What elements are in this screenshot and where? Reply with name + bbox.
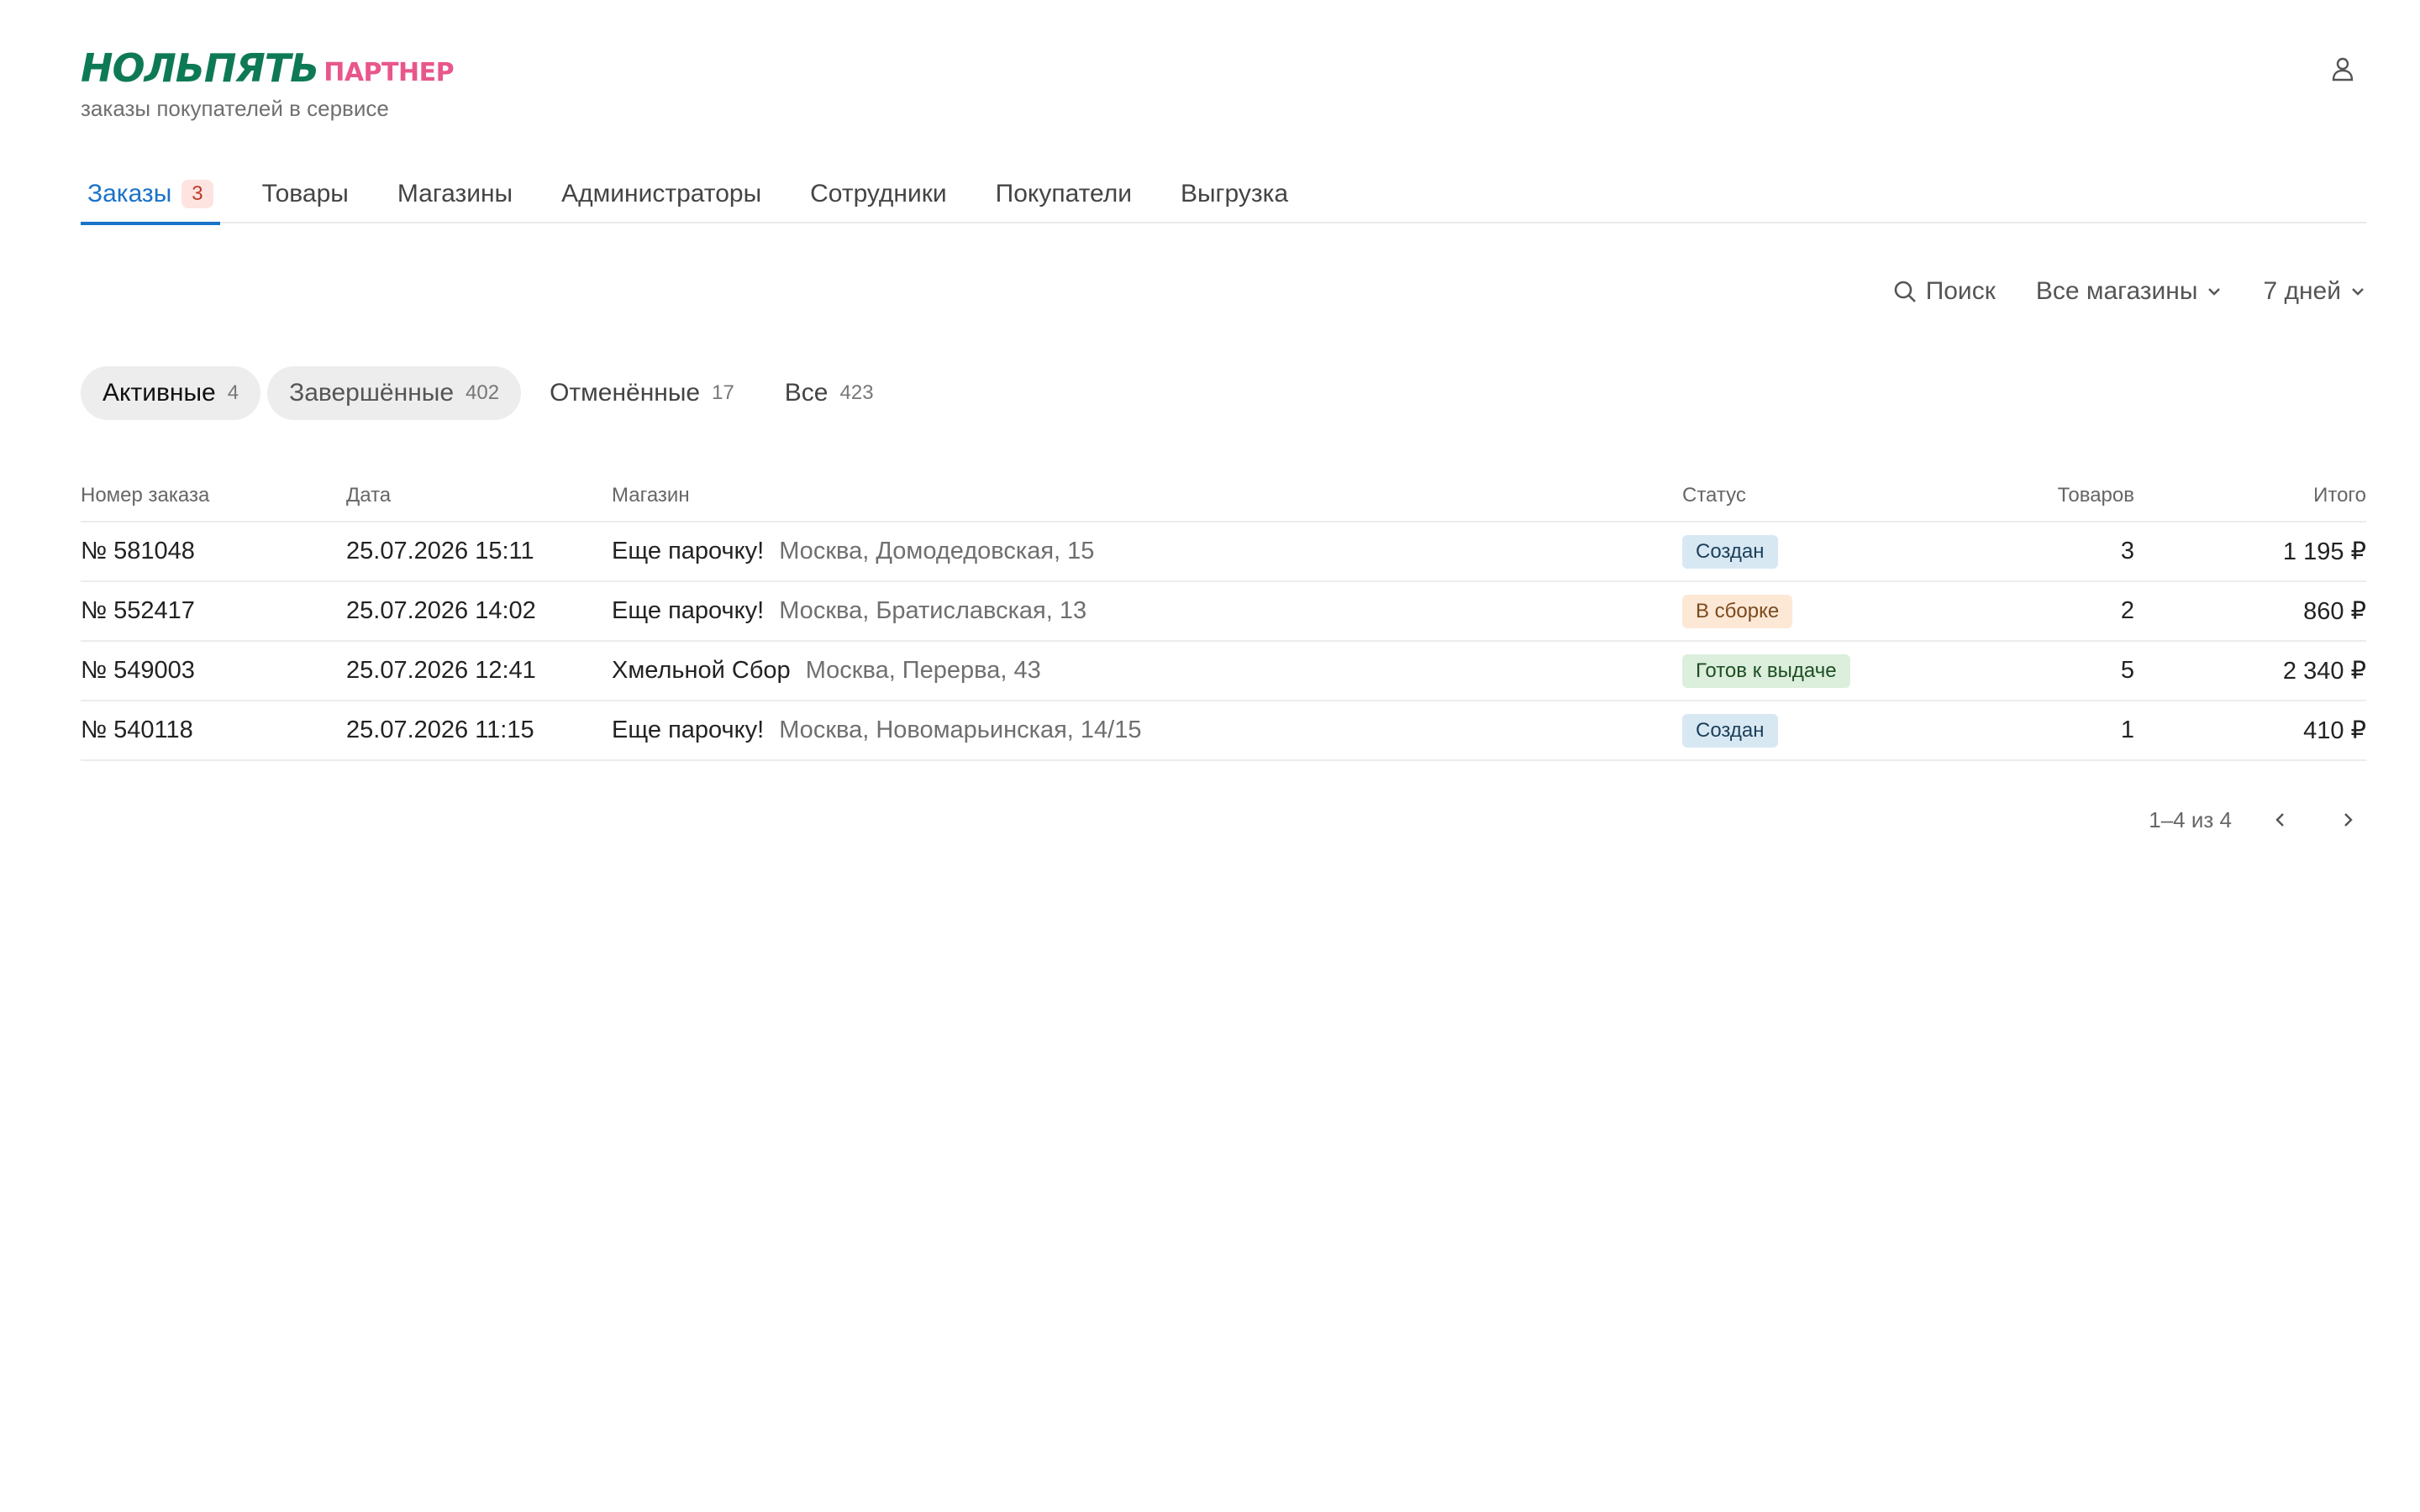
store-address: Москва, Домодедовская, 15 [779, 538, 1095, 564]
tagline: заказы покупателей в сервисе [81, 96, 389, 121]
order-total: 410 ₽ [2303, 717, 2366, 744]
segment-label: Завершённые [289, 379, 455, 407]
filters-bar: Поиск Все магазины 7 дней [1892, 269, 2366, 314]
order-status: В сборке [1682, 594, 1985, 628]
segment-label: Активные [103, 379, 216, 407]
tab-label: Покупатели [995, 180, 1132, 207]
segment-active[interactable]: Активные 4 [81, 366, 261, 420]
status-segments: Активные 4 Завершённые 402 Отменённые 17… [81, 366, 896, 420]
order-number: № 581048 [81, 538, 195, 564]
column-header-items[interactable]: Товаров [1985, 484, 2134, 507]
store-address: Москва, Братиславская, 13 [779, 597, 1087, 624]
chevron-right-icon [2344, 813, 2353, 827]
segment-label: Все [784, 379, 829, 407]
order-status: Готов к выдаче [1682, 654, 1985, 688]
store-name: Еще парочку! [612, 597, 765, 624]
orders-table: Номер заказа Дата Магазин Статус Товаров… [81, 470, 2366, 761]
status-badge: Создан [1682, 713, 1778, 748]
segment-count: 402 [466, 381, 500, 404]
order-store: Еще парочку! Москва, Братиславская, 13 [612, 597, 1682, 625]
logo[interactable]: НОЛЬПЯТЬ ПАРТНЕР [81, 40, 2363, 91]
prev-page-button[interactable] [2262, 801, 2299, 838]
table-row[interactable]: № 581048 25.07.2026 15:11 Еще парочку! М… [81, 522, 2366, 582]
column-header-status[interactable]: Статус [1682, 484, 1985, 507]
tab-label: Заказы [87, 180, 172, 207]
tab-label: Администраторы [561, 180, 762, 207]
tab-label: Магазины [397, 180, 513, 207]
chevron-down-icon [2352, 288, 2364, 296]
segment-count: 423 [839, 381, 874, 404]
tab-stores[interactable]: Магазины [391, 165, 519, 223]
store-select-label: Все магазины [2035, 277, 2198, 305]
store-name: Хмельной Сбор [612, 657, 791, 684]
orders-count-badge: 3 [182, 180, 213, 208]
tab-label: Товары [261, 180, 349, 207]
order-number: № 552417 [81, 597, 195, 624]
table-row[interactable]: № 549003 25.07.2026 12:41 Хмельной Сбор … [81, 642, 2366, 701]
next-page-button[interactable] [2329, 801, 2366, 838]
order-store: Еще парочку! Москва, Домодедовская, 15 [612, 538, 1682, 565]
column-header-total[interactable]: Итого [2134, 484, 2366, 507]
order-store: Еще парочку! Москва, Новомарьинская, 14/… [612, 717, 1682, 744]
status-badge: В сборке [1682, 594, 1793, 628]
store-select[interactable]: Все магазины [2036, 277, 2223, 306]
order-total: 2 340 ₽ [2282, 658, 2366, 685]
column-header-date[interactable]: Дата [346, 484, 612, 507]
column-header-number[interactable]: Номер заказа [81, 484, 346, 507]
tab-label: Сотрудники [810, 180, 947, 207]
order-total: 1 195 ₽ [2282, 538, 2366, 565]
tab-employees[interactable]: Сотрудники [803, 165, 954, 223]
chevron-left-icon [2275, 813, 2284, 827]
segment-all[interactable]: Все 423 [763, 366, 896, 420]
segment-label: Отменённые [550, 379, 701, 407]
order-store: Хмельной Сбор Москва, Перерва, 43 [612, 657, 1682, 685]
logo-brand: НОЛЬПЯТЬ [81, 45, 319, 91]
logo-sub: ПАРТНЕР [324, 58, 455, 87]
segment-count: 17 [712, 381, 734, 404]
pagination: 1–4 из 4 [2149, 801, 2366, 838]
header: НОЛЬПЯТЬ ПАРТНЕР заказы покупателей в се… [81, 40, 2363, 133]
order-items: 1 [2120, 717, 2134, 743]
search-button[interactable]: Поиск [1892, 277, 1996, 306]
store-address: Москва, Перерва, 43 [805, 657, 1041, 684]
order-date: 25.07.2026 12:41 [346, 657, 536, 684]
table-row[interactable]: № 540118 25.07.2026 11:15 Еще парочку! М… [81, 701, 2366, 761]
table-row[interactable]: № 552417 25.07.2026 14:02 Еще парочку! М… [81, 582, 2366, 642]
chevron-down-icon [2208, 288, 2221, 296]
order-date: 25.07.2026 15:11 [346, 538, 534, 564]
tab-export[interactable]: Выгрузка [1174, 165, 1295, 223]
order-status: Создан [1682, 534, 1985, 569]
order-date: 25.07.2026 11:15 [346, 717, 534, 743]
tab-orders[interactable]: Заказы 3 [81, 165, 220, 225]
period-select[interactable]: 7 дней [2263, 277, 2366, 306]
order-items: 5 [2120, 657, 2134, 684]
segment-count: 4 [227, 381, 239, 404]
search-label: Поиск [1925, 277, 1996, 305]
search-icon [1894, 281, 1916, 302]
store-name: Еще парочку! [612, 538, 765, 564]
order-number: № 540118 [81, 717, 193, 743]
segment-completed[interactable]: Завершённые 402 [267, 366, 522, 420]
main-nav: Заказы 3 Товары Магазины Администраторы … [81, 165, 2366, 225]
segment-cancelled[interactable]: Отменённые 17 [528, 366, 756, 420]
tab-products[interactable]: Товары [255, 165, 355, 223]
pagination-range: 1–4 из 4 [2149, 806, 2232, 832]
period-select-label: 7 дней [2263, 277, 2341, 305]
order-items: 3 [2120, 538, 2134, 564]
order-status: Создан [1682, 713, 1985, 748]
store-address: Москва, Новомарьинская, 14/15 [779, 717, 1142, 743]
column-header-store[interactable]: Магазин [612, 484, 1682, 507]
status-badge: Создан [1682, 534, 1778, 569]
order-number: № 549003 [81, 657, 195, 684]
tab-customers[interactable]: Покупатели [989, 165, 1139, 223]
order-date: 25.07.2026 14:02 [346, 597, 536, 624]
tab-admins[interactable]: Администраторы [555, 165, 768, 223]
status-badge: Готов к выдаче [1682, 654, 1850, 688]
order-items: 2 [2120, 597, 2134, 624]
tab-label: Выгрузка [1180, 180, 1289, 207]
store-name: Еще парочку! [612, 717, 765, 743]
order-total: 860 ₽ [2303, 598, 2366, 625]
table-header: Номер заказа Дата Магазин Статус Товаров… [81, 470, 2366, 522]
user-icon[interactable] [2323, 49, 2363, 89]
